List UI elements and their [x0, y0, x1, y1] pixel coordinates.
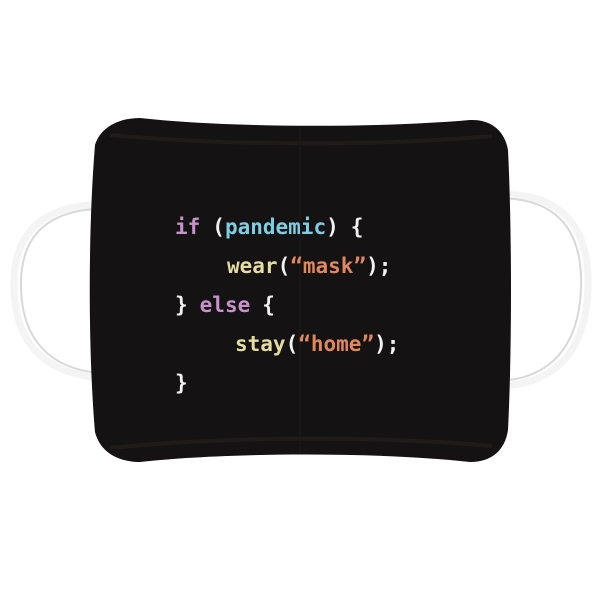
code-token-punctuation: );: [366, 254, 392, 278]
code-line: wear(“mask”);: [175, 247, 399, 286]
code-token-string: “home”: [298, 332, 375, 356]
code-token-punctuation: }: [175, 293, 188, 317]
code-token-punctuation: {: [350, 215, 364, 239]
code-token-punctuation: (: [277, 254, 291, 278]
code-token-punctuation: (: [212, 215, 225, 239]
code-token-keyword: if: [175, 215, 201, 239]
code-line: } else {: [175, 286, 399, 325]
code-token-punctuation: );: [374, 332, 400, 356]
code-token-punctuation: ): [326, 215, 339, 239]
code-token-punctuation: }: [175, 371, 188, 395]
code-line: if (pandemic) {: [175, 208, 399, 247]
code-snippet: if (pandemic) {wear(“mask”);} else {stay…: [175, 208, 399, 403]
code-token-function: wear: [227, 254, 278, 278]
code-token-keyword: else: [199, 293, 251, 317]
code-token-function: stay: [235, 332, 286, 356]
code-line: stay(“home”);: [175, 325, 399, 364]
code-token-punctuation: {: [262, 293, 275, 317]
code-token-string: “mask”: [290, 254, 367, 278]
product-scene: if (pandemic) {wear(“mask”);} else {stay…: [0, 0, 600, 600]
code-line: }: [175, 364, 399, 403]
code-token-variable: pandemic: [224, 215, 327, 239]
code-token-punctuation: (: [285, 332, 299, 356]
